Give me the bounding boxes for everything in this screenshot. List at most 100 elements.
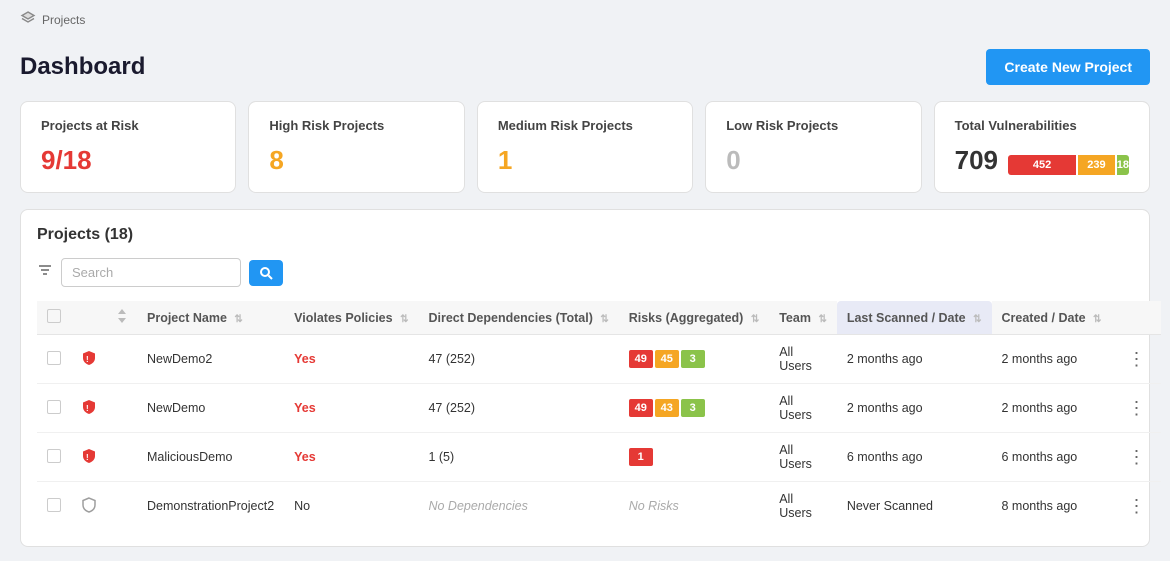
risk-bar: 1 — [629, 448, 759, 466]
row-checkbox-cell — [37, 384, 71, 433]
row-checkbox-cell — [37, 433, 71, 482]
row-created: 2 months ago — [992, 335, 1112, 384]
no-deps-text: No Dependencies — [428, 499, 527, 513]
row-project-name[interactable]: MaliciousDemo — [137, 433, 284, 482]
low-risk-title: Low Risk Projects — [726, 118, 900, 133]
row-project-name[interactable]: DemonstrationProject2 — [137, 482, 284, 531]
risk-seg-medium: 43 — [655, 399, 679, 417]
medium-risk-title: Medium Risk Projects — [498, 118, 672, 133]
vuln-low-segment: 18 — [1117, 155, 1129, 175]
total-vuln-value: 709 — [955, 145, 998, 176]
row-last-scanned: 2 months ago — [837, 384, 992, 433]
row-actions-button[interactable]: ⋮ — [1121, 445, 1151, 470]
th-project-name[interactable]: Project Name ⇅ — [137, 301, 284, 335]
row-actions-button[interactable]: ⋮ — [1121, 396, 1151, 421]
violates-yes: Yes — [294, 401, 316, 415]
row-violates: Yes — [284, 384, 418, 433]
page-header: Dashboard Create New Project — [0, 39, 1170, 101]
row-project-name[interactable]: NewDemo2 — [137, 335, 284, 384]
row-risks: 49433 — [619, 384, 769, 433]
search-button[interactable] — [249, 260, 283, 286]
row-project-name[interactable]: NewDemo — [137, 384, 284, 433]
th-violates[interactable]: Violates Policies ⇅ — [284, 301, 418, 335]
row-actions-button[interactable]: ⋮ — [1121, 494, 1151, 519]
row-last-scanned: 6 months ago — [837, 433, 992, 482]
projects-at-risk-card: Projects at Risk 9/18 — [20, 101, 236, 193]
risks-sort-icon: ⇅ — [751, 314, 759, 325]
risk-seg-high: 49 — [629, 399, 653, 417]
row-deps: No Dependencies — [418, 482, 618, 531]
table-row: ! MaliciousDemoYes1 (5)1All Users6 month… — [37, 433, 1161, 482]
row-risk-icon-cell — [71, 482, 107, 531]
row-checkbox-cell — [37, 335, 71, 384]
scanned-sort-icon: ⇅ — [973, 314, 981, 325]
row-sort-cell — [107, 384, 137, 433]
projects-table-section: Projects (18) — [20, 209, 1150, 547]
row-checkbox[interactable] — [47, 400, 61, 414]
vuln-medium-segment: 239 — [1078, 155, 1115, 175]
high-risk-value: 8 — [269, 145, 443, 176]
th-actions — [1111, 301, 1161, 335]
row-sort-cell — [107, 335, 137, 384]
table-row: ! NewDemoYes47 (252)49433All Users2 mont… — [37, 384, 1161, 433]
th-scanned[interactable]: Last Scanned / Date ⇅ — [837, 301, 992, 335]
filter-icon[interactable] — [37, 262, 53, 283]
high-risk-shield-icon: ! — [81, 451, 97, 467]
th-created[interactable]: Created / Date ⇅ — [992, 301, 1112, 335]
table-row: DemonstrationProject2NoNo DependenciesNo… — [37, 482, 1161, 531]
projects-table: Project Name ⇅ Violates Policies ⇅ Direc… — [37, 301, 1161, 530]
row-sort-cell — [107, 433, 137, 482]
breadcrumb: Projects — [20, 10, 85, 29]
projects-at-risk-value: 9/18 — [41, 145, 215, 176]
th-risk-icon — [71, 301, 107, 335]
low-risk-card: Low Risk Projects 0 — [705, 101, 921, 193]
no-risks-text: No Risks — [629, 499, 679, 513]
row-team: All Users — [769, 384, 837, 433]
row-team: All Users — [769, 335, 837, 384]
risk-seg-high: 1 — [629, 448, 653, 466]
projects-at-risk-title: Projects at Risk — [41, 118, 215, 133]
page-title: Dashboard — [20, 53, 145, 81]
high-risk-shield-icon: ! — [81, 402, 97, 418]
medium-risk-value: 1 — [498, 145, 672, 176]
row-created: 6 months ago — [992, 433, 1112, 482]
medium-risk-card: Medium Risk Projects 1 — [477, 101, 693, 193]
row-risks: 1 — [619, 433, 769, 482]
vuln-bar: 452 239 18 — [1008, 155, 1129, 175]
row-actions-cell: ⋮ — [1111, 433, 1161, 482]
row-sort-cell — [107, 482, 137, 531]
row-checkbox[interactable] — [47, 351, 61, 365]
risk-bar: 49453 — [629, 350, 759, 368]
row-team: All Users — [769, 482, 837, 531]
team-sort-icon: ⇅ — [818, 314, 826, 325]
total-vuln-title: Total Vulnerabilities — [955, 118, 1129, 133]
row-checkbox-cell — [37, 482, 71, 531]
created-sort-icon: ⇅ — [1093, 314, 1101, 325]
th-checkbox — [37, 301, 71, 335]
vuln-critical-segment: 452 — [1008, 155, 1076, 175]
high-risk-title: High Risk Projects — [269, 118, 443, 133]
risk-seg-high: 49 — [629, 350, 653, 368]
row-checkbox[interactable] — [47, 449, 61, 463]
row-risk-icon-cell: ! — [71, 384, 107, 433]
create-new-project-button[interactable]: Create New Project — [986, 49, 1150, 85]
row-team: All Users — [769, 433, 837, 482]
th-risks[interactable]: Risks (Aggregated) ⇅ — [619, 301, 769, 335]
risk-bar: 49433 — [629, 399, 759, 417]
projects-section-title: Projects (18) — [37, 226, 1133, 244]
row-deps: 1 (5) — [418, 433, 618, 482]
row-last-scanned: Never Scanned — [837, 482, 992, 531]
table-row: ! NewDemo2Yes47 (252)49453All Users2 mon… — [37, 335, 1161, 384]
total-vulnerabilities-card: Total Vulnerabilities 709 452 239 18 — [934, 101, 1150, 193]
shield-outline-icon — [81, 500, 97, 516]
risk-seg-low: 3 — [681, 399, 705, 417]
search-input[interactable] — [61, 258, 241, 287]
row-checkbox[interactable] — [47, 498, 61, 512]
th-sort — [107, 301, 137, 335]
th-deps[interactable]: Direct Dependencies (Total) ⇅ — [418, 301, 618, 335]
row-actions-button[interactable]: ⋮ — [1121, 347, 1151, 372]
th-team[interactable]: Team ⇅ — [769, 301, 837, 335]
row-actions-cell: ⋮ — [1111, 335, 1161, 384]
violates-sort-icon: ⇅ — [400, 314, 408, 325]
row-violates: Yes — [284, 335, 418, 384]
